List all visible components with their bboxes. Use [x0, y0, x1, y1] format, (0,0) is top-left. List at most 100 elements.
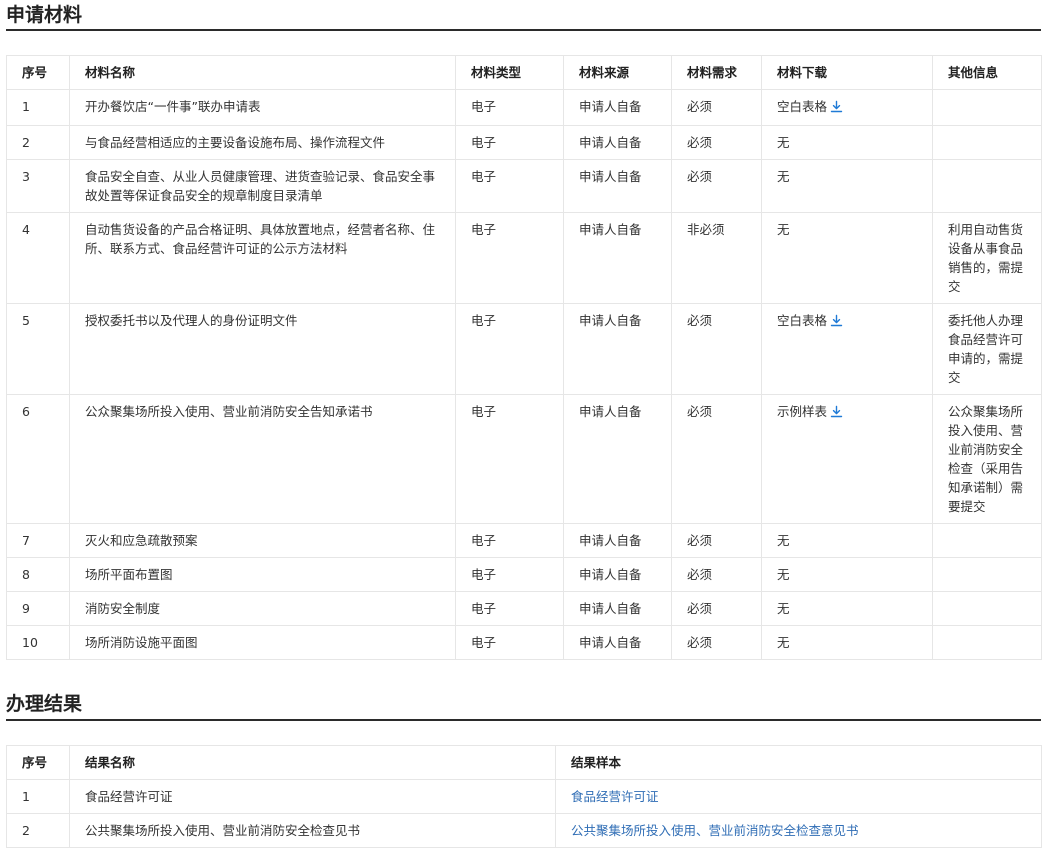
table-row: 8 场所平面布置图 电子 申请人自备 必须无: [6, 557, 1042, 592]
material-source-cell: 申请人自备: [563, 523, 672, 558]
row-no-cell: 4: [6, 212, 70, 304]
table-row: 2 与食品经营相适应的主要设备设施布局、操作流程文件 电子 申请人自备 必须无: [6, 125, 1042, 160]
materials-table: 序号 材料名称 材料类型 材料来源 材料需求 材料下载 其他信息 1 开办餐饮店“…: [6, 55, 1042, 660]
download-link-label: 示例样表: [777, 404, 828, 419]
header-result-name: 结果名称: [69, 745, 556, 780]
result-sample-cell: 食品经营许可证: [555, 779, 1042, 814]
result-no-cell: 1: [6, 779, 70, 814]
material-requirement-cell: 非必须: [671, 212, 762, 304]
other-info-cell: [932, 625, 1042, 660]
materials-section-title: 申请材料: [6, 4, 83, 26]
other-info-cell: 委托他人办理食品经营许可申请的，需提交: [932, 303, 1042, 395]
material-download-cell: 无: [761, 625, 933, 660]
row-no-cell: 5: [6, 303, 70, 395]
header-other-info: 其他信息: [932, 55, 1042, 90]
table-row: 2 公共聚集场所投入使用、营业前消防安全检查见书 公共聚集场所投入使用、营业前消防安…: [6, 813, 1042, 848]
material-source-cell: 申请人自备: [563, 625, 672, 660]
other-info-cell: 公众聚集场所投入使用、营业前消防安全检查（采用告知承诺制）需要提交: [932, 394, 1042, 524]
download-link[interactable]: 空白表格: [777, 99, 843, 114]
other-info-cell: [932, 591, 1042, 626]
material-source-cell: 申请人自备: [563, 591, 672, 626]
table-row: 3 食品安全自查、从业人员健康管理、进货查验记录、食品安全事故处置等保证食品安全的…: [6, 159, 1042, 213]
header-material-name: 材料名称: [69, 55, 456, 90]
material-type-cell: 电子: [455, 89, 564, 126]
material-download-cell: 无: [761, 125, 933, 160]
material-download-cell: 空白表格: [761, 303, 933, 395]
results-table: 序号 结果名称 结果样本 1 食品经营许可证 食品经营许可证 2 公共聚集场所投入使用、…: [6, 745, 1042, 848]
download-icon[interactable]: [830, 99, 843, 118]
other-info-cell: [932, 523, 1042, 558]
other-info-cell: 利用自动售货设备从事食品销售的，需提交: [932, 212, 1042, 304]
material-name-cell: 场所消防设施平面图: [69, 625, 456, 660]
material-download-cell: 无: [761, 523, 933, 558]
row-no-cell: 3: [6, 159, 70, 213]
material-name-cell: 消防安全制度: [69, 591, 456, 626]
material-requirement-cell: 必须: [671, 523, 762, 558]
material-type-cell: 电子: [455, 212, 564, 304]
material-download-cell: 无: [761, 557, 933, 592]
download-link-label: 空白表格: [777, 313, 828, 328]
results-title-rule: [6, 719, 1041, 721]
material-requirement-cell: 必须: [671, 89, 762, 126]
download-icon[interactable]: [830, 313, 843, 332]
result-sample-link[interactable]: 食品经营许可证: [571, 789, 659, 804]
table-row: 1 开办餐饮店“一件事”联办申请表 电子 申请人自备 必须 空白表格: [6, 89, 1042, 126]
material-source-cell: 申请人自备: [563, 212, 672, 304]
materials-header-row: 序号 材料名称 材料类型 材料来源 材料需求 材料下载 其他信息: [6, 55, 1042, 90]
header-material-source: 材料来源: [563, 55, 672, 90]
material-name-cell: 食品安全自查、从业人员健康管理、进货查验记录、食品安全事故处置等保证食品安全的规…: [69, 159, 456, 213]
material-requirement-cell: 必须: [671, 159, 762, 213]
material-type-cell: 电子: [455, 523, 564, 558]
other-info-cell: [932, 557, 1042, 592]
download-icon[interactable]: [830, 404, 843, 423]
download-link[interactable]: 示例样表: [777, 404, 843, 419]
download-link[interactable]: 空白表格: [777, 313, 843, 328]
header-material-download: 材料下载: [761, 55, 933, 90]
other-info-cell: [932, 89, 1042, 126]
result-no-cell: 2: [6, 813, 70, 848]
material-type-cell: 电子: [455, 159, 564, 213]
material-requirement-cell: 必须: [671, 125, 762, 160]
other-info-cell: [932, 125, 1042, 160]
result-name-cell: 公共聚集场所投入使用、营业前消防安全检查见书: [69, 813, 556, 848]
material-type-cell: 电子: [455, 394, 564, 524]
other-info-cell: [932, 159, 1042, 213]
materials-title-rule: [6, 29, 1041, 31]
material-source-cell: 申请人自备: [563, 303, 672, 395]
header-result-no: 序号: [6, 745, 70, 780]
material-requirement-cell: 必须: [671, 625, 762, 660]
material-source-cell: 申请人自备: [563, 394, 672, 524]
row-no-cell: 1: [6, 89, 70, 126]
material-name-cell: 授权委托书以及代理人的身份证明文件: [69, 303, 456, 395]
material-requirement-cell: 必须: [671, 303, 762, 395]
material-download-cell: 无: [761, 212, 933, 304]
material-source-cell: 申请人自备: [563, 125, 672, 160]
material-name-cell: 开办餐饮店“一件事”联办申请表: [69, 89, 456, 126]
result-sample-link[interactable]: 公共聚集场所投入使用、营业前消防安全检查意见书: [571, 823, 859, 838]
header-material-requirement: 材料需求: [671, 55, 762, 90]
results-header-row: 序号 结果名称 结果样本: [6, 745, 1042, 780]
material-type-cell: 电子: [455, 625, 564, 660]
table-row: 7 灭火和应急疏散预案 电子 申请人自备 必须无: [6, 523, 1042, 558]
result-sample-cell: 公共聚集场所投入使用、营业前消防安全检查意见书: [555, 813, 1042, 848]
material-name-cell: 自动售货设备的产品合格证明、具体放置地点，经营者名称、住所、联系方式、食品经营许…: [69, 212, 456, 304]
material-requirement-cell: 必须: [671, 557, 762, 592]
table-row: 5 授权委托书以及代理人的身份证明文件 电子 申请人自备 必须 空白表格 委托他人办理食品经…: [6, 303, 1042, 395]
header-result-sample: 结果样本: [555, 745, 1042, 780]
material-type-cell: 电子: [455, 125, 564, 160]
results-section-title: 办理结果: [6, 693, 83, 715]
header-no: 序号: [6, 55, 70, 90]
material-download-cell: 无: [761, 591, 933, 626]
header-material-type: 材料类型: [455, 55, 564, 90]
row-no-cell: 9: [6, 591, 70, 626]
row-no-cell: 7: [6, 523, 70, 558]
material-type-cell: 电子: [455, 303, 564, 395]
row-no-cell: 8: [6, 557, 70, 592]
material-download-cell: 空白表格: [761, 89, 933, 126]
material-source-cell: 申请人自备: [563, 557, 672, 592]
table-row: 1 食品经营许可证 食品经营许可证: [6, 779, 1042, 814]
material-name-cell: 公众聚集场所投入使用、营业前消防安全告知承诺书: [69, 394, 456, 524]
material-name-cell: 场所平面布置图: [69, 557, 456, 592]
material-requirement-cell: 必须: [671, 591, 762, 626]
row-no-cell: 2: [6, 125, 70, 160]
